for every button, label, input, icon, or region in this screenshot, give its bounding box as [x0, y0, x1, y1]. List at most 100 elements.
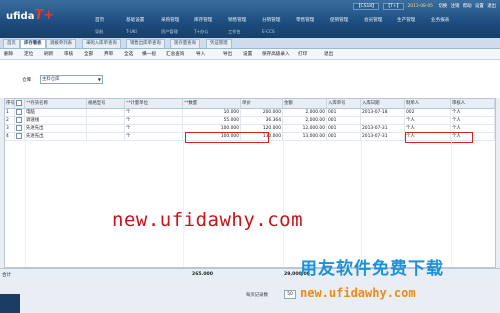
cell-date[interactable]: 2013-07-18 — [361, 109, 405, 117]
menu-retail[interactable]: 零售管理 — [296, 17, 314, 23]
cell-amount[interactable]: 2,000.00 — [283, 109, 327, 117]
cell-spec[interactable] — [87, 109, 125, 117]
cell-date[interactable]: 2013-07-31 — [361, 133, 405, 141]
exit-link[interactable]: 退出 — [487, 4, 496, 9]
grid-line — [451, 141, 452, 267]
cell-auditor[interactable]: 个人 — [451, 109, 495, 117]
cell-doc-no[interactable]: 001 — [327, 133, 361, 141]
login-date: 2013-08-05 — [407, 4, 433, 9]
row-checkbox[interactable] — [16, 125, 22, 131]
cell-creator[interactable]: 个人 — [405, 117, 451, 125]
row-checkbox[interactable] — [16, 109, 22, 115]
cell-unit[interactable]: 个 — [125, 133, 183, 141]
logout-link[interactable]: 注销 — [451, 4, 460, 9]
tab-sales-outbound[interactable]: 销售出库单查询 — [126, 39, 165, 48]
tab-home[interactable]: 首页 — [3, 39, 20, 48]
cell-price[interactable]: 36.364 — [241, 117, 283, 125]
col-check[interactable] — [15, 99, 25, 109]
page-size-input[interactable]: 50 — [284, 290, 296, 299]
row-checkbox[interactable] — [16, 133, 22, 139]
cell-check[interactable] — [15, 125, 25, 133]
product-logo: ufidaT+ — [6, 8, 76, 30]
cell-date[interactable]: 2013-07-31 — [361, 125, 405, 133]
cell-creator[interactable]: 002 — [405, 109, 451, 117]
import-button[interactable]: 导入 — [196, 51, 205, 57]
product-code: 【T+】 — [382, 3, 405, 10]
cell-spec[interactable] — [87, 133, 125, 141]
settings-link[interactable]: 设置 — [475, 4, 484, 9]
menu-basic-settings[interactable]: 基础设置 — [126, 17, 144, 23]
cell-date[interactable] — [361, 117, 405, 125]
summary-query-button[interactable]: 汇总查询 — [166, 51, 184, 57]
tab-inventory-board[interactable]: 库存看板 — [20, 39, 46, 48]
cell-item-name[interactable]: 调速线 — [25, 117, 87, 125]
print-button[interactable]: 打印 — [298, 51, 307, 57]
menu-distribution[interactable]: 分销管理 — [262, 17, 280, 23]
tab-purchase-inbound[interactable]: 采购入库单查询 — [82, 39, 121, 48]
cell-doc-no[interactable]: 001 — [327, 125, 361, 133]
exit-button[interactable]: 退出 — [324, 51, 333, 57]
table-row[interactable]: 1 电脑 个 10.000 200.000 2,000.00 001 2013-… — [5, 109, 495, 117]
export-button[interactable]: 导出 — [223, 51, 232, 57]
cell-amount[interactable]: 12,000.00 — [283, 125, 327, 133]
all-button[interactable]: 全部 — [84, 51, 93, 57]
cell-spec[interactable] — [87, 117, 125, 125]
submenu-workbench[interactable]: 工作台 — [228, 29, 241, 35]
menu-promotion[interactable]: 促销管理 — [330, 17, 348, 23]
submenu-assets[interactable]: 资产管理 — [161, 29, 178, 35]
cell-quantity[interactable]: 55.000 — [183, 117, 241, 125]
delete-button[interactable]: 删除 — [4, 51, 13, 57]
tab-stock-query[interactable]: 现存量查询 — [170, 39, 200, 48]
cell-doc-no[interactable]: 001 — [327, 109, 361, 117]
grid-line — [283, 141, 284, 267]
cell-amount[interactable]: 13,000.00 — [283, 133, 327, 141]
select-all-checkbox[interactable] — [16, 99, 22, 106]
col-item-name: **存货名称 — [25, 99, 87, 109]
menu-home[interactable]: 首页 — [95, 17, 104, 23]
submenu-office[interactable]: T+办公 — [194, 29, 208, 35]
switch-link[interactable]: 切换 — [438, 4, 447, 9]
cell-check[interactable] — [15, 117, 25, 125]
locate-button[interactable]: 定位 — [24, 51, 33, 57]
view-button[interactable]: 横一视 — [142, 51, 156, 57]
cell-unit[interactable]: 个 — [125, 117, 183, 125]
row-checkbox[interactable] — [16, 117, 22, 123]
cell-check[interactable] — [15, 133, 25, 141]
menu-inventory[interactable]: 库存管理 — [194, 17, 212, 23]
highlight-qty-price — [185, 132, 269, 143]
col-seq: 序号 — [5, 99, 15, 109]
menu-sales[interactable]: 销售管理 — [228, 17, 246, 23]
refresh-button[interactable]: 刷新 — [44, 51, 53, 57]
col-amount: 金额 — [283, 99, 327, 109]
warehouse-select[interactable]: 主料仓库 ▼ — [40, 75, 103, 84]
tab-voucher[interactable]: 凭证管理 — [206, 39, 232, 48]
tab-transfer-list[interactable]: 调拨单列表 — [46, 39, 76, 48]
table-row[interactable]: 2 调速线 个 55.000 36.364 2,000.00 001 个人 个人 — [5, 117, 495, 125]
unaudit-button[interactable]: 弃审 — [104, 51, 113, 57]
cell-doc-no[interactable]: 001 — [327, 117, 361, 125]
cell-unit[interactable]: 个 — [125, 109, 183, 117]
cell-item-name[interactable]: 电脑 — [25, 109, 87, 117]
audit-button[interactable]: 审核 — [64, 51, 73, 57]
cell-item-name[interactable]: 先进先出 — [25, 125, 87, 133]
select-all-button[interactable]: 全选 — [124, 51, 133, 57]
cell-unit[interactable]: 个 — [125, 125, 183, 133]
menu-reports[interactable]: 业务报表 — [431, 17, 449, 23]
cell-auditor[interactable]: 个人 — [451, 117, 495, 125]
menu-purchase[interactable]: 采购管理 — [161, 17, 179, 23]
menu-member[interactable]: 会员管理 — [364, 17, 382, 23]
help-link[interactable]: 帮助 — [463, 4, 472, 9]
submenu-nav[interactable]: 导航 — [95, 29, 103, 35]
submenu-tuki[interactable]: T-UKI — [126, 29, 137, 34]
cell-price[interactable]: 200.000 — [241, 109, 283, 117]
col-doc-no: 入库单号 — [327, 99, 361, 109]
cell-item-name[interactable]: 先进先出 — [25, 133, 87, 141]
settings-button[interactable]: 设置 — [243, 51, 252, 57]
menu-production[interactable]: 生产管理 — [397, 17, 415, 23]
cell-check[interactable] — [15, 109, 25, 117]
submenu-eccs[interactable]: E-CCS — [262, 29, 275, 34]
cell-quantity[interactable]: 10.000 — [183, 109, 241, 117]
cell-spec[interactable] — [87, 125, 125, 133]
advanced-entry-button[interactable]: 保存高级录入 — [262, 51, 290, 57]
cell-amount[interactable]: 2,000.00 — [283, 117, 327, 125]
